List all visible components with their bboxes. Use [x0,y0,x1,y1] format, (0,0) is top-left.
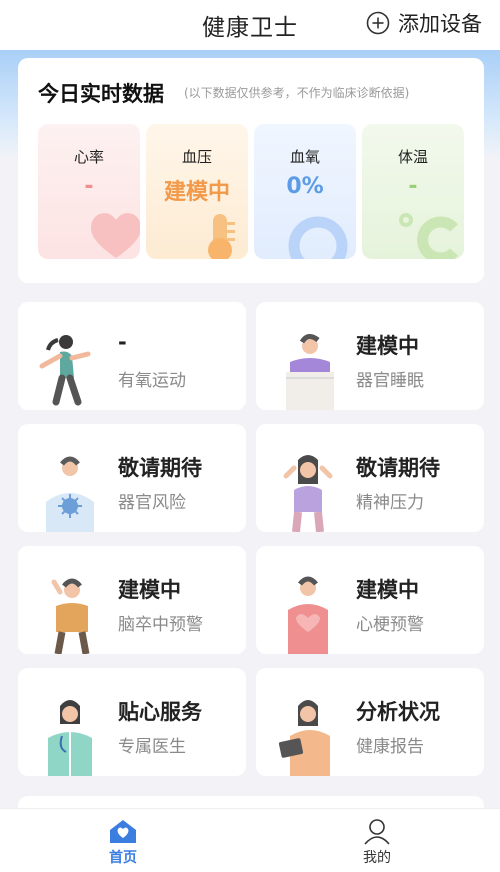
bottom-tab-bar: 首页 我的 [0,808,500,872]
tile-health-report[interactable]: 分析状况 健康报告 [256,668,484,776]
tab-label: 我的 [363,850,391,866]
metric-blood-pressure[interactable]: 血压 建模中 [146,124,248,259]
metric-blood-oxygen[interactable]: 血氧 0% [254,124,356,259]
tab-label: 首页 [109,850,137,866]
tablet-person-figure [278,700,330,776]
tile-title: 建模中 [356,334,419,358]
tile-organ-risk[interactable]: 敬请期待 器官风险 [18,424,246,532]
tile-mental-stress[interactable]: 敬请期待 精神压力 [256,424,484,532]
tile-subtitle: 心梗预警 [356,615,424,635]
tile-title: 建模中 [118,578,181,602]
tab-mine[interactable]: 我的 [332,817,422,867]
card-title: 今日实时数据 [38,82,164,106]
disclaimer-note: (以下数据仅供参考，不作为临床诊断依据) [184,86,410,100]
metric-value: 建模中 [163,180,230,205]
stressed-person-figure [283,455,333,532]
ring-icon [288,216,348,259]
app-header: 健康卫士 添加设备 [0,0,500,50]
tile-title: 敬请期待 [356,456,440,480]
tile-subtitle: 器官睡眠 [356,371,424,391]
doctor-figure [48,700,92,776]
tile-stroke-warning[interactable]: 建模中 脑卒中预警 [18,546,246,654]
tile-subtitle: 有氧运动 [118,371,186,391]
tile-subtitle: 专属医生 [118,737,186,757]
virus-person-figure [46,456,94,532]
home-heart-icon [110,820,136,843]
tile-subtitle: 精神压力 [356,493,424,513]
tile-organ-sleep[interactable]: 建模中 器官睡眠 [256,302,484,410]
runner-figure [39,335,91,406]
metric-value: - [408,174,418,199]
user-icon [364,819,390,845]
heart-icon [91,213,140,258]
chest-pain-person-figure [288,576,328,654]
tile-title: - [118,330,127,354]
celsius-icon [399,213,459,259]
metric-body-temperature[interactable]: 体温 - [362,124,464,259]
metric-label: 血氧 [289,148,320,166]
plus-circle-icon [366,11,390,35]
metric-label: 体温 [397,148,428,166]
metric-value: - [84,174,94,199]
today-data-card: 今日实时数据 (以下数据仅供参考，不作为临床诊断依据) 心率 - 血压 建模中 … [18,58,484,283]
tile-subtitle: 器官风险 [118,493,186,513]
tile-title: 敬请期待 [118,456,202,480]
metric-label: 心率 [73,148,104,166]
tile-title: 贴心服务 [118,700,202,724]
add-device-button[interactable]: 添加设备 [366,8,482,38]
metric-label: 血压 [181,148,212,166]
tile-title: 建模中 [356,578,419,602]
tile-aerobic-exercise[interactable]: - 有氧运动 [18,302,246,410]
metric-value: 0% [286,174,324,199]
metric-heart-rate[interactable]: 心率 - [38,124,140,259]
headache-person-figure [51,578,90,654]
tile-heart-attack-warning[interactable]: 建模中 心梗预警 [256,546,484,654]
tab-home[interactable]: 首页 [78,817,168,867]
tile-subtitle: 健康报告 [356,737,424,757]
thermometer-icon [208,214,235,259]
tile-title: 分析状况 [356,700,440,724]
add-device-label: 添加设备 [398,12,482,36]
sleeping-person-figure [286,334,334,410]
tile-personal-doctor[interactable]: 贴心服务 专属医生 [18,668,246,776]
tile-subtitle: 脑卒中预警 [118,615,203,635]
